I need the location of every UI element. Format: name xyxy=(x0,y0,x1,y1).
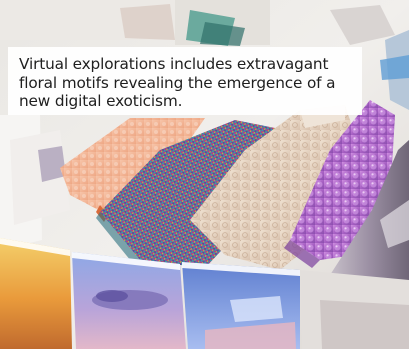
screenshot-frame: Virtual explorations includes extravagan… xyxy=(0,0,409,349)
caption-text: Virtual explorations includes extravagan… xyxy=(19,55,336,110)
caption-box: Virtual explorations includes extravagan… xyxy=(8,47,362,115)
